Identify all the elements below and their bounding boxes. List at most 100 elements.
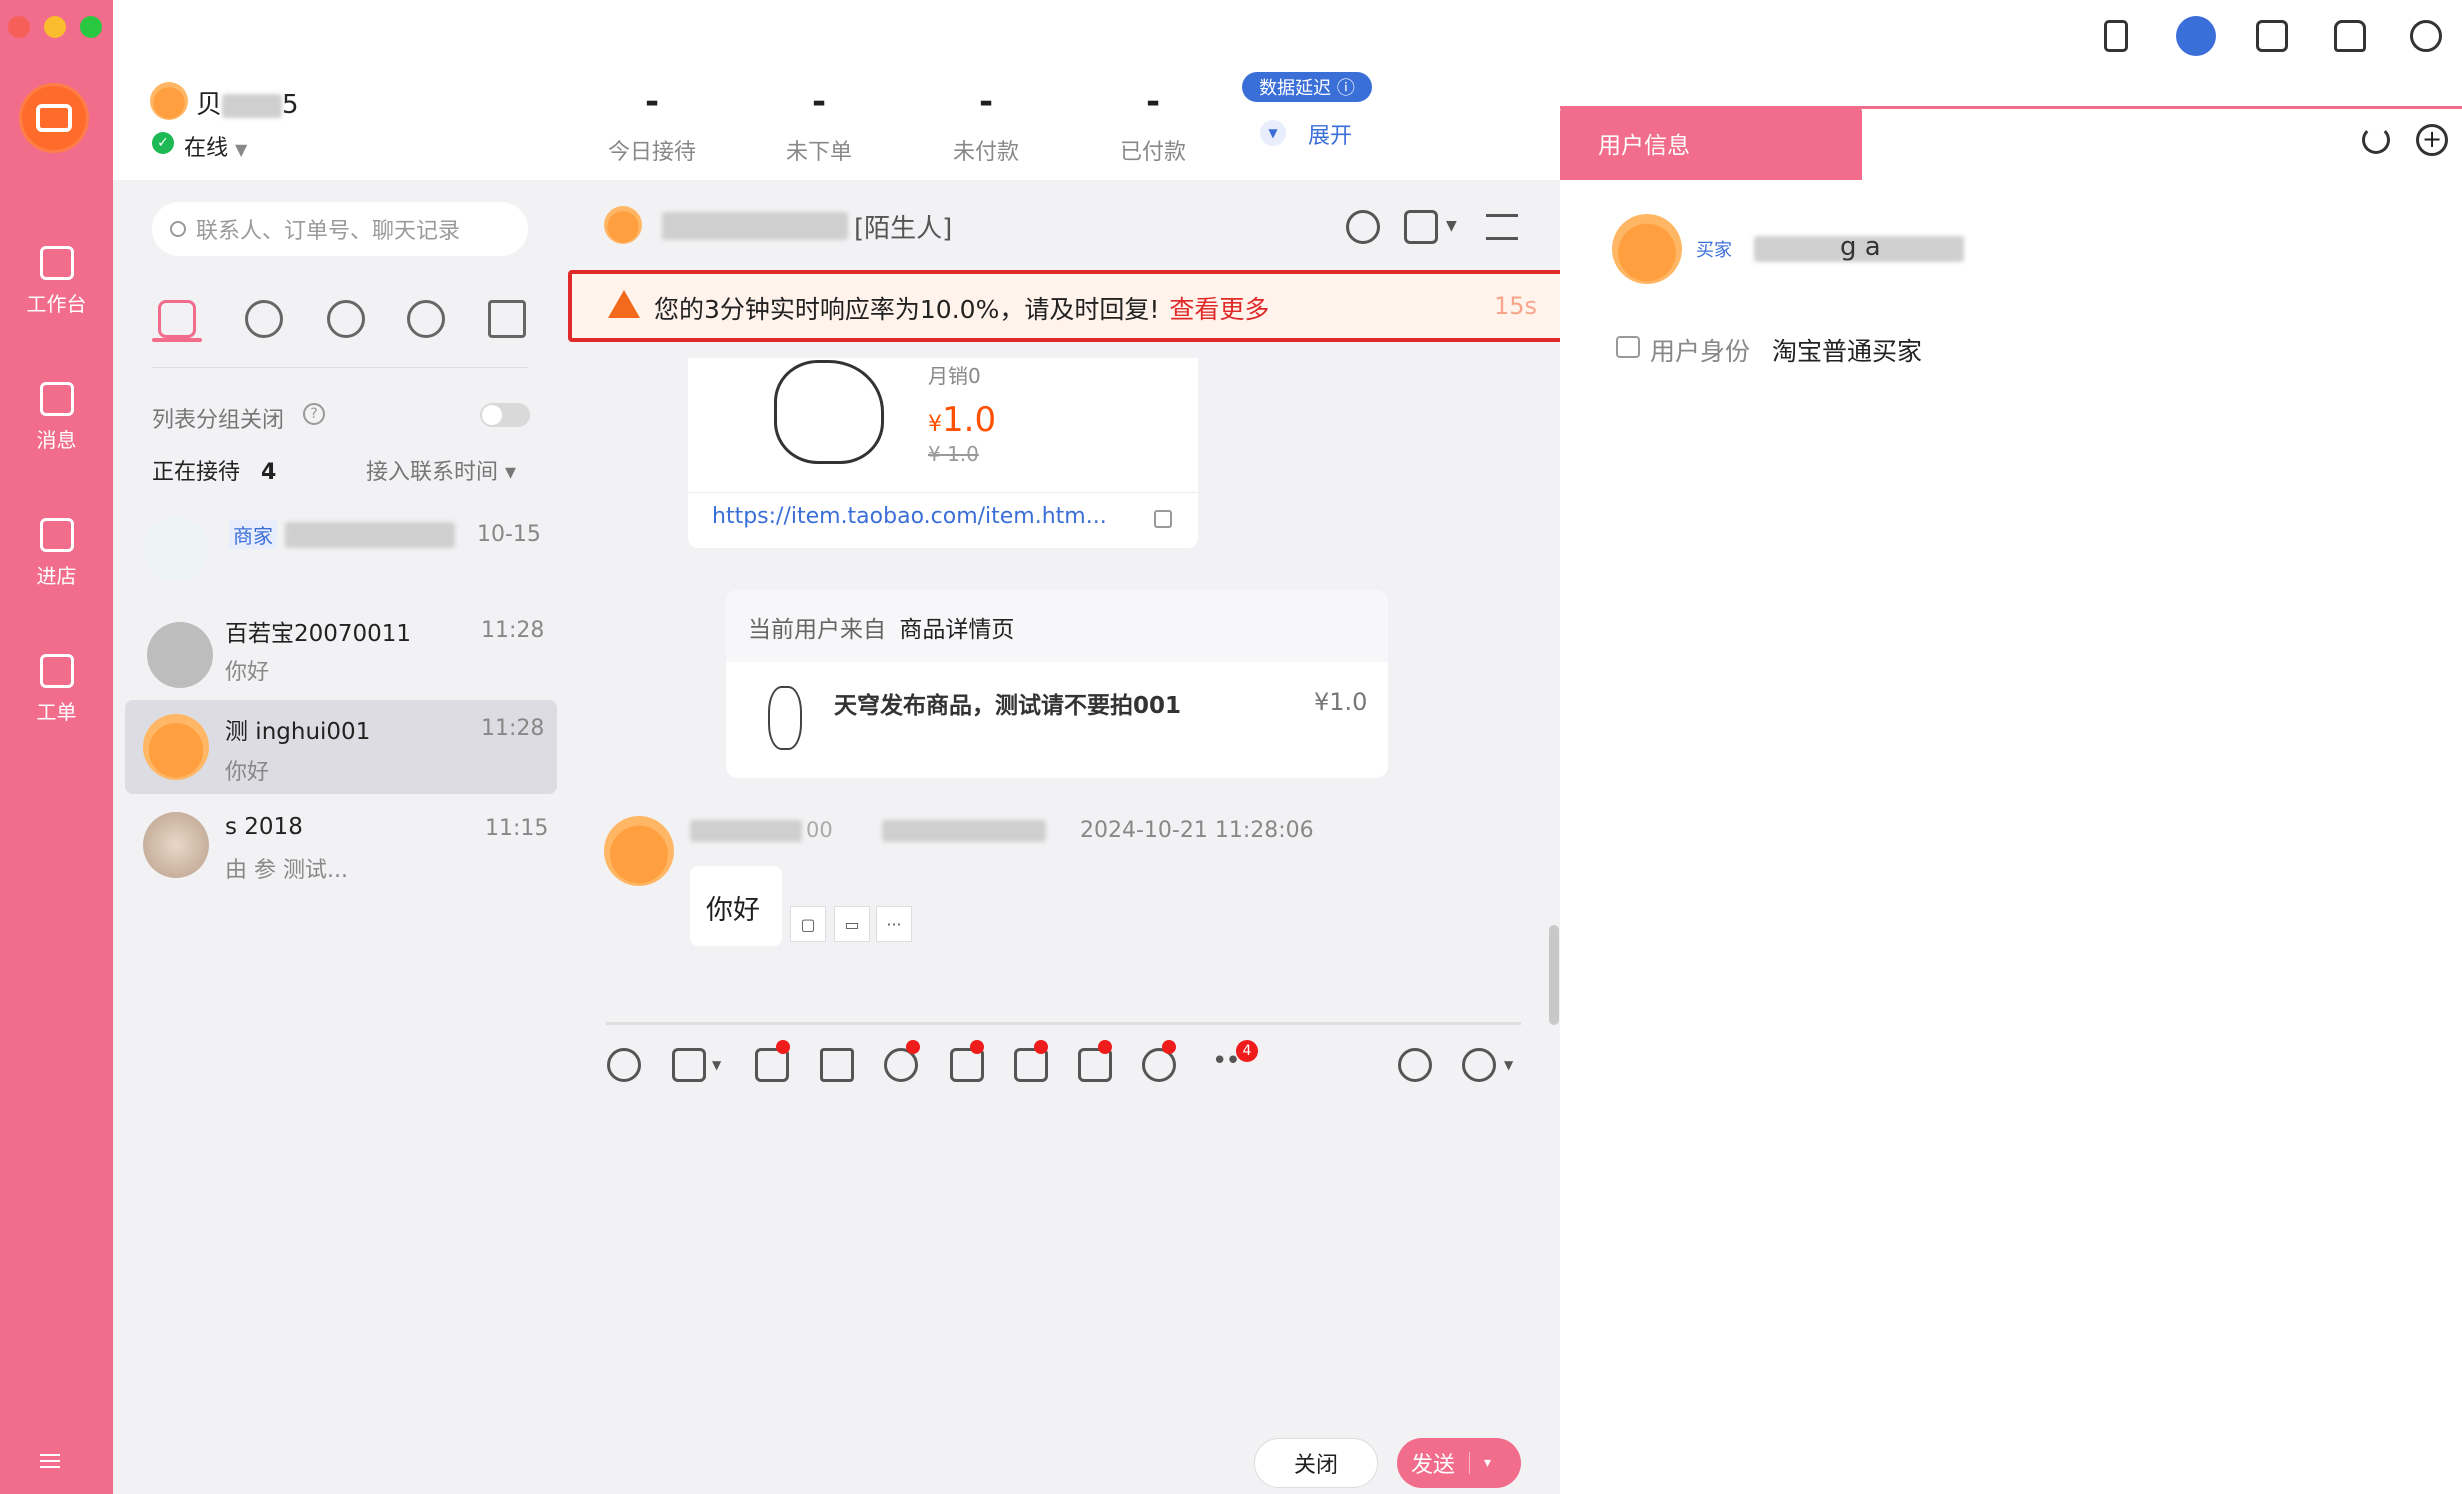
source-product-price: ¥1.0 xyxy=(1314,688,1368,716)
sort-dropdown[interactable]: 接入联系时间 ▾ xyxy=(366,454,516,486)
app-logo[interactable] xyxy=(19,83,89,153)
merchant-tag: 商家 xyxy=(229,520,277,549)
alert-text: 您的3分钟实时响应率为10.0%，请及时回复! xyxy=(654,295,1160,324)
group-close-label: 列表分组关闭 xyxy=(152,408,285,433)
expand-link[interactable]: 展开 xyxy=(1308,118,1352,150)
group-toggle[interactable] xyxy=(480,403,530,427)
peer-avatar[interactable] xyxy=(604,206,642,244)
contact-time: 10-15 xyxy=(477,522,541,547)
user-info-panel xyxy=(1560,106,2462,1494)
message-bubble[interactable]: 你好 xyxy=(690,866,782,946)
history-clock-icon[interactable] xyxy=(245,300,283,338)
contact-row[interactable]: 商家 10-15 xyxy=(125,490,557,584)
stat-paid-label: 已付款 xyxy=(1119,140,1186,165)
contact-person-icon[interactable] xyxy=(327,300,365,338)
tab-user-info[interactable]: 用户信息 xyxy=(1560,106,1862,180)
check-task-icon[interactable] xyxy=(1404,210,1438,244)
stat-today-value: - xyxy=(644,82,660,122)
scissors-icon[interactable] xyxy=(672,1048,706,1082)
receiving-header: 正在接待 4 xyxy=(152,454,276,486)
menu-lines-icon[interactable] xyxy=(1486,214,1518,240)
contact-name-mask xyxy=(285,522,455,548)
settings-icon[interactable] xyxy=(2410,20,2442,52)
rail-item-store[interactable]: 进店 xyxy=(0,518,113,589)
send-button[interactable]: 发送 ▾ xyxy=(1397,1438,1521,1488)
rail-item-ticket[interactable]: 工单 xyxy=(0,654,113,725)
expand-chevron-icon[interactable]: ▼ xyxy=(1260,120,1286,146)
contact-row[interactable]: 百若宝20070011 11:28 你好 xyxy=(125,600,557,694)
chat-scrollbar[interactable] xyxy=(1549,925,1559,1025)
chevron-down-icon[interactable]: ▼ xyxy=(1504,1058,1513,1072)
price-value: 1.0 xyxy=(942,400,997,440)
chevron-down-icon[interactable]: ▼ xyxy=(1446,218,1457,234)
rail-item-label: 进店 xyxy=(36,564,77,588)
send-options-chevron-icon[interactable]: ▾ xyxy=(1484,1455,1491,1471)
reload-icon[interactable] xyxy=(2362,126,2390,154)
data-delay-badge[interactable]: 数据延迟 ⓘ xyxy=(1242,72,1372,102)
workbench-icon xyxy=(39,246,74,280)
rail-item-workbench[interactable]: 工作台 xyxy=(0,246,113,317)
contact-time: 11:28 xyxy=(481,618,545,643)
id-card-icon xyxy=(1616,336,1640,358)
contact-name: 百若宝20070011 xyxy=(225,621,412,647)
stat-today-label: 今日接待 xyxy=(607,140,696,165)
refresh-icon[interactable] xyxy=(1346,210,1380,244)
product-card[interactable]: 月销0 ¥1.0 ¥ 1.0 https://item.taobao.com/i… xyxy=(688,358,1198,548)
input-divider xyxy=(606,1022,1521,1025)
send-divider xyxy=(1469,1452,1471,1474)
left-rail xyxy=(0,0,113,1494)
emoji-icon[interactable] xyxy=(607,1048,641,1082)
warning-icon xyxy=(608,290,640,318)
transfer-icon[interactable] xyxy=(1398,1048,1432,1082)
more-actions-icon[interactable]: ··· xyxy=(876,906,912,942)
contact-row[interactable]: s 2018 11:15 由 参 测试... xyxy=(125,800,557,894)
menu-icon[interactable] xyxy=(40,1454,60,1468)
sender-meta-mask xyxy=(882,820,1046,842)
source-page: 商品详情页 xyxy=(899,617,1015,643)
quick-reply-icon[interactable] xyxy=(1462,1048,1496,1082)
shirt-icon[interactable] xyxy=(2334,20,2366,52)
buyer-avatar[interactable] xyxy=(1612,214,1682,284)
chat-tab-icon[interactable] xyxy=(158,300,196,338)
active-tab-indicator xyxy=(152,338,202,342)
contact-row-selected[interactable]: 测 inghui001 11:28 你好 xyxy=(125,700,557,794)
source-prefix: 当前用户来自 xyxy=(748,617,886,643)
rail-item-label: 消息 xyxy=(36,428,77,452)
username-prefix: 贝 xyxy=(196,90,223,120)
copy-message-icon[interactable]: ▢ xyxy=(790,906,826,942)
user-circle-icon[interactable] xyxy=(2176,16,2216,56)
alert-message: 您的3分钟实时响应率为10.0%，请及时回复! 查看更多 xyxy=(654,290,1269,326)
stat-not-ordered-value: - xyxy=(811,82,827,122)
window-minimize-button[interactable] xyxy=(44,16,66,38)
more-tools-badge: 4 xyxy=(1236,1040,1258,1062)
contact-last-message: 你好 xyxy=(225,760,270,785)
search-input[interactable]: 联系人、订单号、聊天记录 xyxy=(152,202,528,256)
message-sender-avatar[interactable] xyxy=(604,816,674,886)
rail-item-message[interactable]: 消息 xyxy=(0,382,113,453)
add-circle-icon[interactable]: + xyxy=(2416,124,2448,156)
status-selector[interactable]: 在线 ▼ xyxy=(184,130,247,162)
product-url-link[interactable]: https://item.taobao.com/item.htm... xyxy=(712,504,1107,529)
magic-wand-icon[interactable] xyxy=(820,1048,854,1082)
receiving-count: 4 xyxy=(261,460,277,485)
group-people-icon[interactable] xyxy=(407,300,445,338)
tab-divider xyxy=(152,367,528,368)
window-zoom-button[interactable] xyxy=(80,16,102,38)
close-chat-button[interactable]: 关闭 xyxy=(1254,1438,1378,1488)
alert-view-more-link[interactable]: 查看更多 xyxy=(1169,295,1269,324)
phone-icon[interactable] xyxy=(2104,20,2128,52)
chevron-down-icon[interactable]: ▼ xyxy=(712,1058,721,1072)
org-tree-icon[interactable] xyxy=(488,300,526,338)
stat-not-ordered-label: 未下单 xyxy=(785,140,852,165)
source-product-title[interactable]: 天穹发布商品，测试请不要拍001 xyxy=(834,686,1181,720)
self-avatar[interactable] xyxy=(150,82,188,120)
notification-dot xyxy=(1162,1040,1176,1054)
edit-note-icon[interactable] xyxy=(2256,20,2288,52)
notification-dot xyxy=(776,1040,790,1054)
more-tools-icon[interactable]: •• xyxy=(1212,1046,1241,1076)
help-icon[interactable]: ? xyxy=(303,403,325,425)
window-close-button[interactable] xyxy=(8,16,30,38)
identity-value: 淘宝普通买家 xyxy=(1772,337,1923,366)
copy-icon[interactable] xyxy=(1154,510,1172,528)
quote-message-icon[interactable]: ▭ xyxy=(834,906,870,942)
